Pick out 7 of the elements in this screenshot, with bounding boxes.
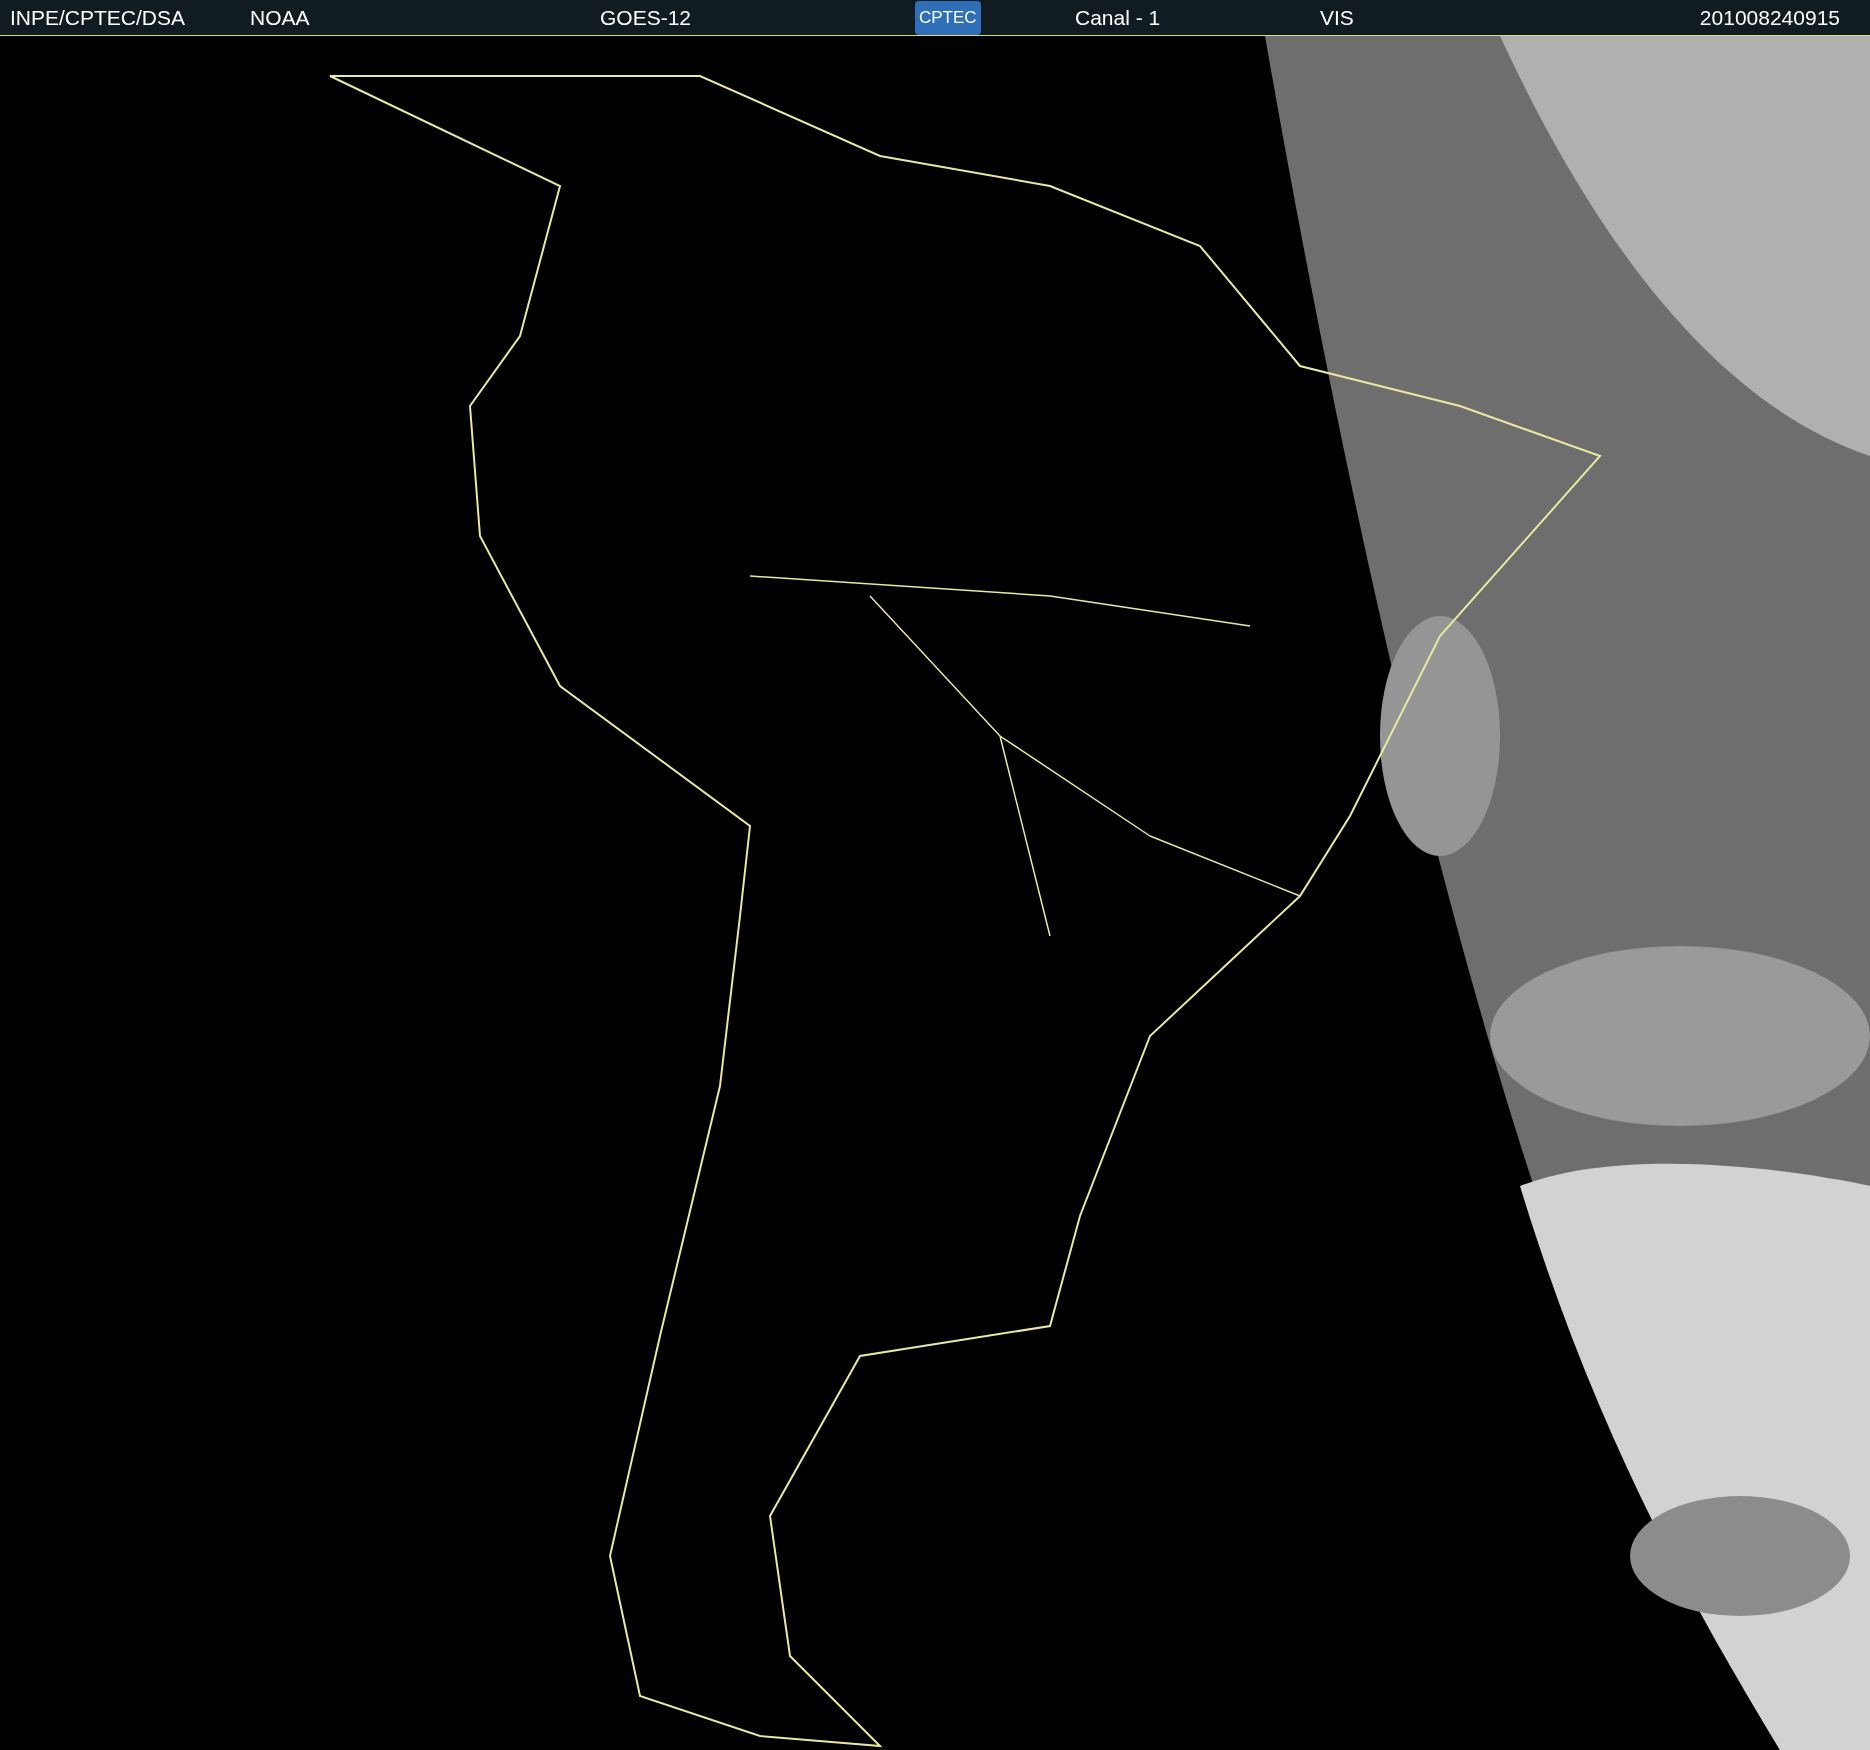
header-label: Canal - 1	[1075, 4, 1161, 31]
header-label: NOAA	[250, 4, 310, 31]
cptec-logo: CPTEC	[915, 0, 981, 35]
header-label: VIS	[1320, 4, 1354, 31]
header-label: 201008240915	[1699, 4, 1840, 31]
header-label: INPE/CPTEC/DSA	[10, 4, 186, 31]
header-label: GOES-12	[600, 4, 692, 31]
